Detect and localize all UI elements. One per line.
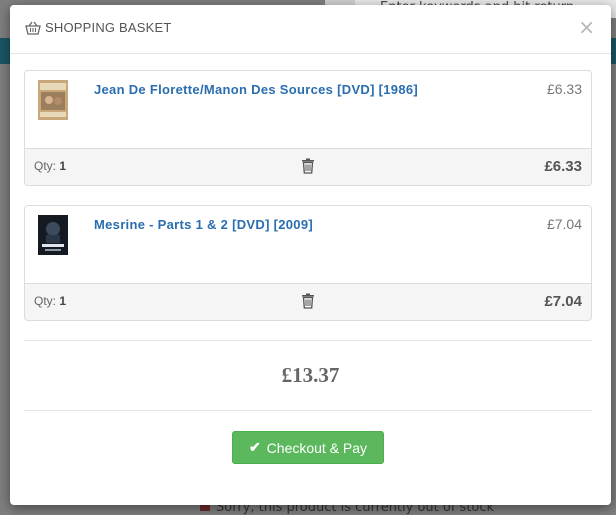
divider [24, 340, 592, 341]
product-title-link[interactable]: Jean De Florette/Manon Des Sources [DVD]… [94, 80, 434, 99]
item-footer: Qty: 1 £7.04 [25, 283, 591, 320]
unit-price: £6.33 [546, 81, 582, 97]
quantity: Qty: 1 [34, 294, 66, 308]
quantity-label: Qty: [34, 159, 57, 173]
modal-title: SHOPPING BASKET [45, 20, 172, 35]
item-footer: Qty: 1 £6.33 [25, 148, 591, 185]
checkout-button[interactable]: ✔ Checkout & Pay [232, 431, 384, 464]
item-details: Mesrine - Parts 1 & 2 [DVD] [2009] £7.04 [25, 206, 591, 283]
quantity-label: Qty: [34, 294, 57, 308]
trash-icon[interactable] [301, 158, 315, 174]
quantity-value: 1 [59, 159, 67, 173]
quantity: Qty: 1 [34, 159, 66, 173]
checkout-label: Checkout & Pay [266, 439, 368, 456]
basket-icon [25, 21, 41, 35]
unit-price: £7.04 [546, 216, 582, 232]
product-thumbnail[interactable] [38, 80, 68, 120]
trash-icon[interactable] [301, 293, 315, 309]
shopping-basket-modal: SHOPPING BASKET × Jean De Florette/Manon… [10, 5, 611, 505]
line-total: £7.04 [544, 293, 582, 310]
item-details: Jean De Florette/Manon Des Sources [DVD]… [25, 71, 591, 148]
basket-item: Mesrine - Parts 1 & 2 [DVD] [2009] £7.04… [24, 205, 592, 321]
grand-total: £13.37 [281, 363, 340, 387]
product-title-link[interactable]: Mesrine - Parts 1 & 2 [DVD] [2009] [94, 215, 434, 234]
divider [24, 410, 592, 411]
line-total: £6.33 [544, 158, 582, 175]
product-thumbnail[interactable] [38, 215, 68, 255]
modal-header: SHOPPING BASKET × [10, 5, 611, 54]
close-button[interactable]: × [578, 17, 595, 37]
quantity-value: 1 [59, 294, 67, 308]
check-icon: ✔ [248, 439, 261, 455]
basket-item: Jean De Florette/Manon Des Sources [DVD]… [24, 70, 592, 186]
